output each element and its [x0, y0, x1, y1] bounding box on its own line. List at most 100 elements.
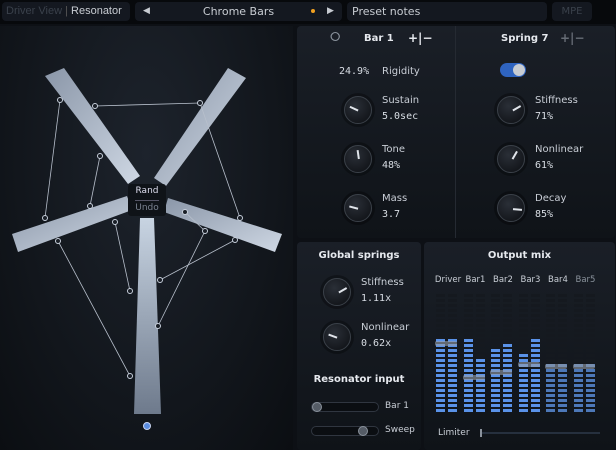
meter-segment — [546, 309, 555, 312]
meter-segment — [475, 399, 485, 402]
global-stiffness-knob[interactable] — [323, 278, 351, 306]
meter-segment — [518, 374, 528, 377]
meter-segment — [573, 334, 583, 337]
mpe-button[interactable]: MPE — [552, 2, 592, 21]
channel-meter-driver[interactable] — [435, 294, 460, 414]
meter-segment — [436, 329, 445, 332]
meter-segment — [491, 394, 500, 397]
driver-position-dot[interactable] — [143, 422, 151, 430]
channel-fader[interactable] — [517, 361, 540, 367]
knob-pointer — [349, 105, 359, 112]
mass-value: 3.7 — [382, 209, 401, 220]
divider — [135, 200, 159, 201]
bar-lock-icon[interactable]: ⭘ — [330, 30, 340, 45]
meter-segment — [573, 354, 583, 357]
meter-segment — [546, 299, 555, 302]
rigidity-value[interactable]: 24.9% — [339, 66, 369, 77]
sustain-knob[interactable] — [344, 96, 372, 124]
meter-segment — [530, 309, 540, 312]
meter-segment — [463, 349, 473, 352]
tab-resonator[interactable]: Resonator — [71, 5, 122, 17]
meter-segment — [573, 329, 583, 332]
slider-label: Sweep — [385, 425, 415, 435]
resonator-view[interactable]: Rand Undo — [0, 26, 293, 450]
meter-segment — [573, 379, 583, 382]
channel-fader[interactable] — [462, 375, 485, 380]
channel-fader[interactable] — [545, 364, 567, 370]
limiter-label: Limiter — [438, 428, 470, 438]
meter-segment — [475, 324, 485, 327]
mass-knob[interactable] — [344, 194, 372, 222]
bar-upper-left[interactable] — [45, 68, 140, 184]
channel-meter-bar4[interactable] — [545, 294, 570, 414]
rand-button[interactable]: Rand — [128, 186, 166, 196]
meter-segment — [558, 359, 567, 362]
meter-segment — [503, 359, 512, 362]
meter-segment — [518, 334, 528, 337]
meter-segment — [585, 349, 595, 352]
meter-segment — [585, 374, 595, 377]
sweep-slider[interactable] — [311, 426, 379, 436]
preset-notes-field[interactable]: Preset notes — [347, 2, 547, 21]
undo-button[interactable]: Undo — [128, 203, 166, 213]
nonlinear-value: 61% — [535, 160, 554, 171]
nonlinear-knob[interactable] — [497, 145, 525, 173]
spring-enable-toggle[interactable] — [500, 63, 526, 77]
limiter-slider[interactable] — [480, 429, 600, 437]
channel-fader[interactable] — [572, 364, 595, 370]
preset-selector[interactable]: ◀ Chrome Bars ▶ — [135, 2, 342, 21]
bar-bottom[interactable] — [134, 218, 161, 414]
meter-segment — [463, 369, 473, 372]
meter-segment — [448, 299, 457, 302]
slider-handle[interactable] — [358, 426, 369, 436]
channel-meter-bar5[interactable] — [572, 294, 598, 414]
meter-segment — [436, 374, 445, 377]
next-preset-button[interactable]: ▶ — [327, 2, 334, 21]
tab-driver-view[interactable]: Driver View — [6, 5, 62, 17]
channel-meter-bar3[interactable] — [517, 294, 543, 414]
meter-segment — [546, 334, 555, 337]
bar-upper-right[interactable] — [154, 68, 246, 186]
meter-segment — [503, 309, 512, 312]
meter-segment — [558, 309, 567, 312]
bar-diagram[interactable] — [0, 26, 293, 450]
meter-segment — [518, 354, 528, 357]
meter-segment — [436, 334, 445, 337]
meter-segment — [436, 404, 445, 407]
meter-segment — [436, 409, 445, 412]
channel-fader[interactable] — [435, 341, 457, 347]
meter-segment — [475, 364, 485, 367]
meter-segment — [573, 369, 583, 372]
meter-segment — [475, 294, 485, 297]
limiter-handle[interactable] — [480, 429, 482, 437]
meter-segment — [503, 379, 512, 382]
bar1-slider[interactable] — [311, 402, 379, 412]
slider-handle[interactable] — [312, 402, 322, 412]
spring-add-remove-buttons[interactable]: +|− — [560, 31, 585, 45]
meter-segment — [463, 344, 473, 347]
global-nonlinear-knob[interactable] — [323, 323, 351, 351]
meter-segment — [491, 384, 500, 387]
channel-meter-bar2[interactable] — [490, 294, 515, 414]
meter-segment — [573, 349, 583, 352]
channel-fader[interactable] — [490, 370, 512, 376]
channel-label: Bar5 — [575, 275, 596, 285]
bar-right[interactable] — [164, 198, 282, 252]
bar-add-remove-buttons[interactable]: +|− — [408, 31, 433, 45]
meter-segment — [518, 309, 528, 312]
meter-segment — [518, 369, 528, 372]
meter-segment — [448, 354, 457, 357]
channel-label: Bar1 — [465, 275, 486, 285]
stiffness-knob[interactable] — [497, 96, 525, 124]
global-springs-panel: Global springs Stiffness 1.11x Nonlinear 0.… — [297, 242, 421, 450]
meter-segment — [546, 314, 555, 317]
meter-segment — [530, 389, 540, 392]
channel-meter-bar1[interactable] — [462, 294, 488, 414]
tone-knob[interactable] — [344, 145, 372, 173]
meter-segment — [546, 399, 555, 402]
meter-segment — [448, 334, 457, 337]
view-switch[interactable]: Driver View | Resonator — [2, 2, 130, 21]
decay-knob[interactable] — [497, 194, 525, 222]
meter-segment — [463, 364, 473, 367]
meter-segment — [585, 344, 595, 347]
